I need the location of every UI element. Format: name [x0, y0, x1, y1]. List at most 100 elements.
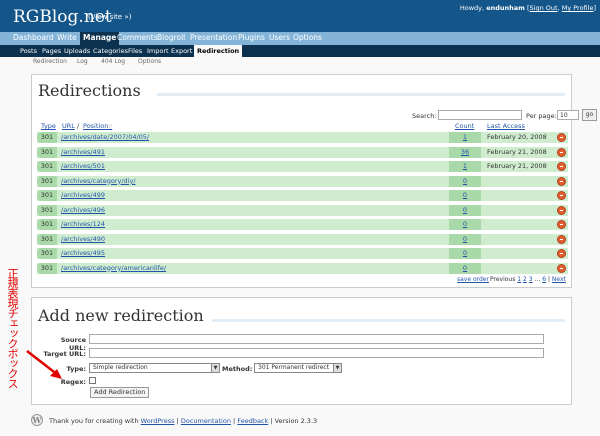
source-url-input[interactable]	[89, 334, 544, 344]
type-select[interactable]: Simple redirection ▼	[89, 363, 220, 373]
menu-write[interactable]: Write	[57, 32, 77, 45]
footer-pipe-2: |	[233, 417, 236, 425]
row-count-link[interactable]: 0	[449, 190, 481, 201]
bracket-close: ]	[593, 4, 596, 12]
delete-icon[interactable]	[557, 133, 566, 142]
menu-presentation[interactable]: Presentation	[190, 32, 237, 45]
table-row[interactable]: 301/archives/495 0	[37, 248, 568, 259]
redirections-panel: Redirections Search: Per page: 10 go Typ…	[31, 74, 597, 288]
add-redirection-button[interactable]: Add Redirection	[90, 387, 150, 398]
table-row[interactable]: 301/archives/496 0	[37, 204, 568, 216]
submenu-files[interactable]: Files	[128, 45, 142, 57]
table-row[interactable]: 301/archives/category/americanlife/0	[37, 262, 568, 274]
regex-checkbox[interactable]	[89, 377, 96, 384]
go-button[interactable]: go	[582, 109, 597, 121]
col-position[interactable]: Position▽	[83, 122, 112, 130]
delete-icon[interactable]	[557, 249, 566, 258]
submenu-redirection[interactable]: Redirection	[194, 45, 243, 57]
table-row[interactable]: 301/archives/491 36 February 21, 2008	[37, 146, 568, 158]
submenu-categories[interactable]: Categories	[93, 45, 128, 57]
row-url-link[interactable]: /archives/501	[61, 161, 105, 172]
menu-manage[interactable]: Manage	[80, 32, 120, 45]
save-order-link[interactable]: save order	[457, 276, 489, 283]
row-url-link[interactable]: /archives/category/americanlife/	[61, 263, 166, 274]
row-url-link[interactable]: /archives/496	[61, 205, 105, 216]
delete-icon[interactable]	[557, 191, 566, 200]
my-profile-link[interactable]: My Profile	[562, 4, 594, 12]
row-url-link[interactable]: /archives/490	[61, 234, 105, 245]
submenu-pages[interactable]: Pages	[42, 45, 61, 57]
row-count-link[interactable]: 0	[449, 233, 481, 245]
delete-icon[interactable]	[557, 220, 566, 229]
row-count-link[interactable]: 1	[449, 161, 481, 172]
row-count-link[interactable]: 0	[449, 219, 481, 230]
row-url-link[interactable]: /archives/category/diy/	[61, 176, 136, 187]
table-row[interactable]: 301/archives/124 0	[37, 219, 568, 230]
col-last-access[interactable]: Last Access	[487, 122, 525, 130]
row-last-access: February 20, 2008	[487, 133, 547, 141]
pager-next[interactable]: Next	[552, 276, 566, 283]
footer-pipe-1: |	[176, 417, 179, 425]
pager-previous: Previous	[490, 276, 516, 283]
table-row[interactable]: 301/archives/501 1 February 21, 2008	[37, 161, 568, 172]
row-count-link[interactable]: 1	[449, 132, 481, 143]
row-url-link[interactable]: /archives/499	[61, 190, 105, 201]
row-count-link[interactable]: 0	[449, 204, 481, 216]
menu-dashboard[interactable]: Dashboard	[13, 32, 54, 45]
table-row[interactable]: 301/archives/490 0	[37, 233, 568, 245]
table-row[interactable]: 301/archives/date/2007/04/05/1 February 2…	[37, 132, 568, 143]
view-site-link[interactable]: (View site »)	[88, 13, 131, 21]
add-title-underline	[212, 319, 565, 322]
col-type[interactable]: Type	[41, 122, 56, 130]
col-url[interactable]: URL	[62, 122, 75, 130]
row-type: 301	[37, 146, 57, 158]
submenu-import[interactable]: Import	[147, 45, 169, 57]
row-type: 301	[37, 161, 57, 172]
row-url-link[interactable]: /archives/date/2007/04/05/	[61, 132, 149, 143]
target-url-input[interactable]	[89, 348, 544, 358]
footer-documentation-link[interactable]: Documentation	[181, 417, 231, 425]
footer-wordpress-link[interactable]: WordPress	[141, 417, 175, 425]
search-input[interactable]	[438, 110, 522, 120]
admin-header: RGBlog.net (View site ») Howdy, endunham…	[0, 0, 600, 32]
table-row[interactable]: 301/archives/category/diy/0	[37, 175, 568, 187]
row-type: 301	[37, 190, 57, 201]
delete-icon[interactable]	[557, 176, 566, 186]
submenu-posts[interactable]: Posts	[20, 45, 37, 57]
pager-page-6[interactable]: 6	[542, 276, 546, 283]
pager-page-1[interactable]: 1	[517, 276, 521, 283]
row-count-link[interactable]: 0	[449, 262, 481, 274]
submenu-export[interactable]: Export	[171, 45, 192, 57]
row-url-link[interactable]: /archives/491	[61, 147, 105, 158]
subsub-options[interactable]: Options	[138, 58, 161, 65]
menu-blogroll[interactable]: Blogroll	[157, 32, 185, 45]
subsub-redirection[interactable]: Redirection	[33, 58, 67, 65]
delete-icon[interactable]	[557, 147, 566, 157]
col-count[interactable]: Count	[455, 122, 474, 130]
subsub-404-log[interactable]: 404 Log	[101, 58, 125, 65]
delete-icon[interactable]	[557, 162, 566, 171]
pager-ellipsis: ...	[534, 276, 541, 283]
row-count-link[interactable]: 0	[449, 175, 481, 187]
pager-page-3[interactable]: 3	[529, 276, 533, 283]
delete-icon[interactable]	[557, 205, 566, 215]
perpage-select[interactable]: 10	[557, 110, 579, 120]
table-row[interactable]: 301/archives/499 0	[37, 190, 568, 201]
delete-icon[interactable]	[557, 263, 566, 273]
row-url-link[interactable]: /archives/495	[61, 248, 105, 259]
menu-comments[interactable]: Comments	[117, 32, 158, 45]
menu-plugins[interactable]: Plugins	[238, 32, 265, 45]
footer-feedback-link[interactable]: Feedback	[237, 417, 268, 425]
row-count-link[interactable]: 36	[449, 146, 481, 158]
delete-icon[interactable]	[557, 234, 566, 244]
method-select[interactable]: 301 Permanent redirect ▼	[254, 363, 342, 373]
row-type: 301	[37, 175, 57, 187]
pager-page-2[interactable]: 2	[523, 276, 527, 283]
sign-out-link[interactable]: Sign Out	[530, 4, 558, 12]
row-count-link[interactable]: 0	[449, 248, 481, 259]
menu-options[interactable]: Options	[293, 32, 322, 45]
menu-users[interactable]: Users	[269, 32, 290, 45]
submenu-uploads[interactable]: Uploads	[64, 45, 90, 57]
row-url-link[interactable]: /archives/124	[61, 219, 105, 230]
subsub-log[interactable]: Log	[77, 58, 88, 65]
